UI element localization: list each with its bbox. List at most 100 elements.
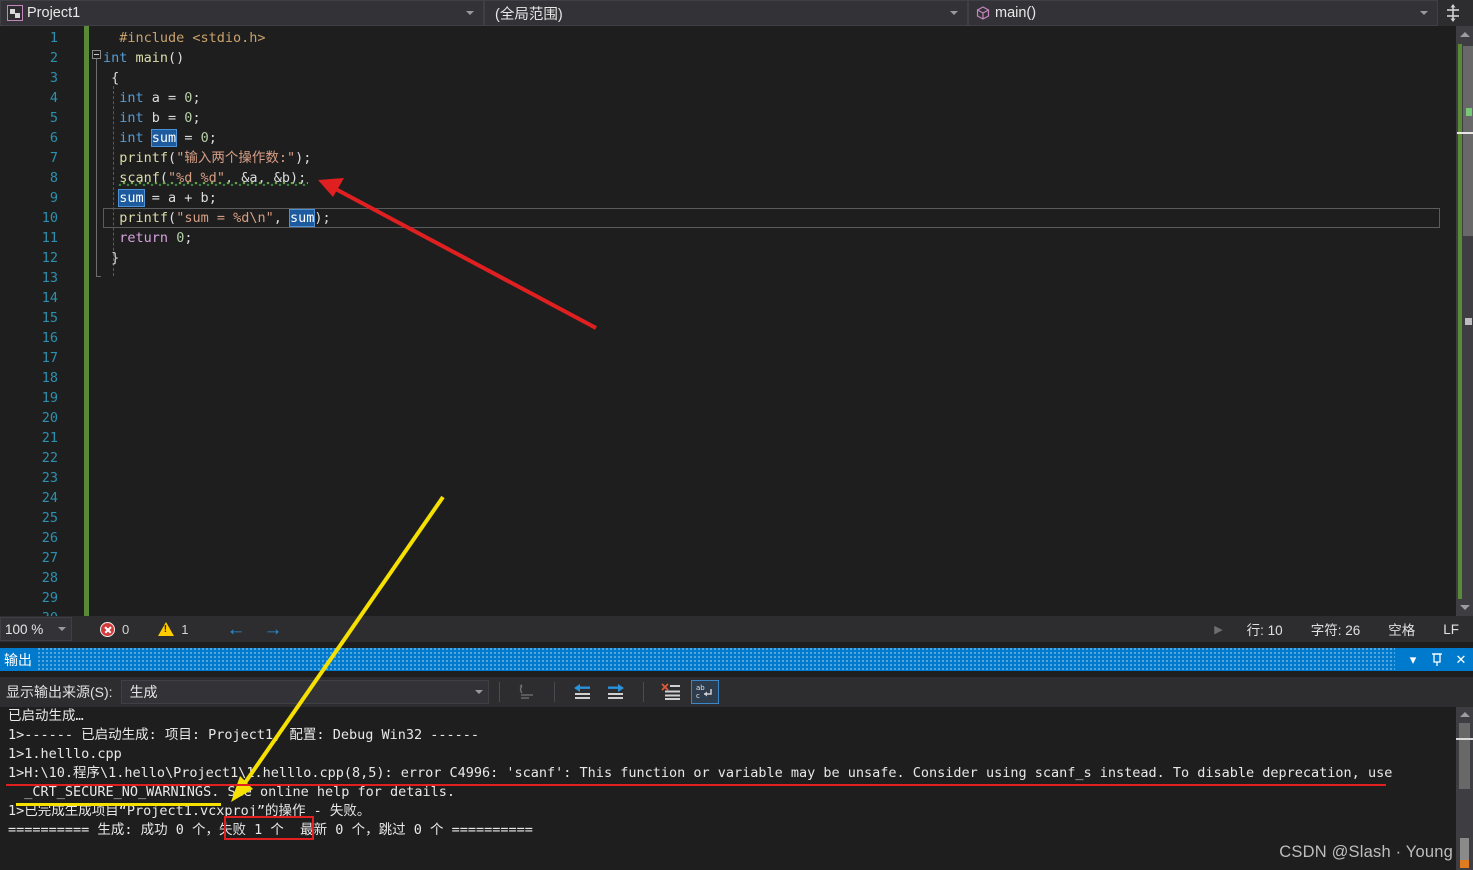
code-editor[interactable]: 1 2 3 4 5 6 7 8 9 10 11 12 13 14 15 16 1… xyxy=(0,26,1473,616)
clear-all-icon[interactable] xyxy=(657,680,685,704)
project-selector-combo[interactable]: Project1 xyxy=(0,0,484,26)
line-number: 14 xyxy=(41,290,58,306)
yellow-underline-crt-macro xyxy=(16,803,221,806)
scrollbar-thumb[interactable] xyxy=(1463,46,1473,236)
line-ending-indicator[interactable]: LF xyxy=(1443,622,1459,637)
chevron-down-icon[interactable]: ▾ xyxy=(1401,648,1425,671)
code-line-9[interactable]: sum = a + b; xyxy=(103,188,1433,208)
function-selector-combo[interactable]: main() xyxy=(968,0,1438,26)
collapse-toggle-icon[interactable] xyxy=(92,50,101,59)
scroll-down-icon[interactable] xyxy=(1456,599,1473,616)
line-number: 10 xyxy=(41,210,58,226)
error-squiggle xyxy=(118,182,308,186)
code-line-3[interactable]: { xyxy=(103,68,1433,88)
keyword-token: return xyxy=(119,230,169,246)
line-number: 7 xyxy=(49,150,58,166)
visual-studio-window: Project1 (全局范围) main() 1 2 3 4 5 6 7 8 9… xyxy=(0,0,1473,870)
output-line: 1>------ 已启动生成: 项目: Project1, 配置: Debug … xyxy=(8,727,479,743)
scroll-up-icon[interactable] xyxy=(1456,707,1473,722)
code-line-10[interactable]: printf("sum = %d\n", sum); xyxy=(103,208,1433,228)
output-panel-titlebar[interactable]: 输出 ▾ ✕ xyxy=(0,648,1473,671)
code-line-2[interactable]: int main() xyxy=(103,48,1433,68)
code-line-6[interactable]: int sum = 0; xyxy=(103,128,1433,148)
error-count: 0 xyxy=(122,621,130,637)
jump-to-source-icon[interactable] xyxy=(513,680,541,704)
line-number-gutter: 1 2 3 4 5 6 7 8 9 10 11 12 13 14 15 16 1… xyxy=(0,26,62,616)
code-line-5[interactable]: int b = 0; xyxy=(103,108,1433,128)
zoom-level-combo[interactable]: 100 % xyxy=(0,617,72,641)
toolbar-separator xyxy=(553,682,555,702)
project-selector-label: Project1 xyxy=(27,5,81,21)
error-list-summary[interactable]: 0 1 xyxy=(100,621,188,637)
line-number: 1 xyxy=(49,30,58,46)
line-number: 8 xyxy=(49,170,58,186)
highlighted-symbol[interactable]: sum xyxy=(288,209,316,227)
code-line-11[interactable]: return 0; xyxy=(103,228,1433,248)
chevron-down-icon[interactable] xyxy=(463,1,477,25)
line-number: 26 xyxy=(41,530,58,546)
scope-selector-combo[interactable]: (全局范围) xyxy=(484,0,968,26)
navigation-arrows: ← → xyxy=(226,620,282,639)
output-panel-toolbar: 显示输出来源(S): 生成 ab c xyxy=(0,677,1473,707)
indentation-indicator[interactable]: 空格 xyxy=(1388,619,1415,639)
navigate-backward-icon[interactable]: ← xyxy=(226,620,245,639)
output-panel-content[interactable]: 已启动生成… 1>------ 已启动生成: 项目: Project1, 配置:… xyxy=(0,707,1473,870)
chevron-down-icon[interactable] xyxy=(1417,1,1431,25)
function-selector-label: main() xyxy=(995,5,1037,21)
output-source-label: 显示输出来源(S): xyxy=(6,684,113,700)
editor-status-bar: 100 % 0 1 ← → ▶ 行: 10 字符: 26 空格 LF xyxy=(0,616,1473,642)
line-number: 21 xyxy=(41,430,58,446)
zoom-level-value: 100 % xyxy=(5,621,44,637)
output-line: 已启动生成… xyxy=(8,708,84,724)
code-line-12[interactable]: } xyxy=(103,248,1433,268)
editor-vertical-scrollbar[interactable] xyxy=(1456,26,1473,616)
toggle-word-wrap-icon[interactable]: ab c xyxy=(690,680,719,704)
svg-text:ab: ab xyxy=(696,684,705,692)
line-number: 27 xyxy=(41,550,58,566)
navigate-forward-icon[interactable]: → xyxy=(263,620,282,639)
line-number: 28 xyxy=(41,570,58,586)
line-number: 20 xyxy=(41,410,58,426)
caret-column-indicator: 字符: 26 xyxy=(1310,623,1361,638)
chevron-down-icon[interactable] xyxy=(472,681,486,703)
navigation-bar: Project1 (全局范围) main() xyxy=(0,0,1473,26)
function-token: main xyxy=(135,50,169,66)
chevron-down-icon[interactable] xyxy=(55,618,69,640)
line-number: 23 xyxy=(41,470,58,486)
watermark: CSDN @Slash · Young xyxy=(1279,843,1453,861)
code-line-8[interactable]: scanf("%d %d", &a, &b); xyxy=(103,168,1433,188)
red-underline-error-message xyxy=(6,784,1386,786)
pin-icon[interactable] xyxy=(1425,648,1449,671)
chevron-down-icon[interactable] xyxy=(947,1,961,25)
code-line-1[interactable]: #include <stdio.h> xyxy=(103,28,1433,48)
code-folding-margin[interactable] xyxy=(89,26,103,616)
scroll-up-icon[interactable] xyxy=(1456,26,1473,43)
go-to-previous-message-icon[interactable] xyxy=(568,680,596,704)
project-icon xyxy=(7,5,23,21)
code-text-area[interactable]: #include <stdio.h> int main() { int a = … xyxy=(103,26,1440,616)
fold-region-end xyxy=(96,276,101,277)
close-icon[interactable]: ✕ xyxy=(1449,648,1473,671)
keyword-token: int xyxy=(103,50,128,66)
preprocessor-token: #include <stdio.h> xyxy=(103,30,266,46)
toolbar-separator xyxy=(642,682,644,702)
highlighted-symbol[interactable]: sum xyxy=(150,129,178,147)
line-number: 13 xyxy=(41,270,58,286)
output-vertical-scrollbar[interactable] xyxy=(1456,707,1473,870)
code-line-7[interactable]: printf("输入两个操作数:"); xyxy=(103,148,1433,168)
scrollbar-thumb[interactable] xyxy=(1459,723,1470,789)
fold-region-line xyxy=(96,59,97,277)
highlighted-symbol[interactable]: sum xyxy=(118,189,145,207)
code-line-4[interactable]: int a = 0; xyxy=(103,88,1433,108)
output-source-combo[interactable]: 生成 xyxy=(120,680,489,704)
panel-drag-grip[interactable] xyxy=(38,648,1395,671)
line-number: 12 xyxy=(41,250,58,266)
expand-right-icon[interactable]: ▶ xyxy=(1214,623,1222,636)
go-to-next-message-icon[interactable] xyxy=(602,680,630,704)
error-icon xyxy=(100,621,115,637)
scroll-marker-error xyxy=(1460,838,1469,868)
split-view-icon[interactable] xyxy=(1438,0,1468,26)
line-number: 3 xyxy=(49,70,58,86)
line-number: 2 xyxy=(49,50,58,66)
line-number: 15 xyxy=(41,310,58,326)
